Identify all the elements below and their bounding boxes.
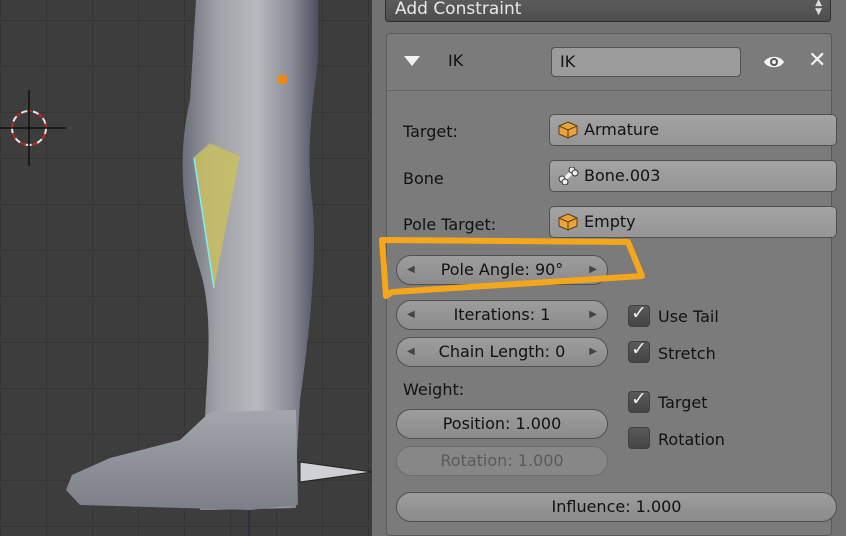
constraint-properties-panel: Add Constraint ▲ ▼ IK IK ✕ Target: Armatu…	[372, 0, 846, 536]
influence-value: Influence: 1.000	[551, 497, 682, 516]
bone-icon	[558, 167, 579, 185]
constraint-type-label: IK	[448, 51, 464, 70]
bone-label: Bone	[403, 169, 444, 188]
stretch-label: Stretch	[658, 344, 716, 363]
add-constraint-label: Add Constraint	[395, 0, 522, 19]
increment-arrow-icon[interactable]: ▶	[589, 301, 597, 329]
increment-arrow-icon[interactable]: ▶	[589, 338, 597, 366]
weight-label: Weight:	[403, 380, 465, 399]
object-cube-icon	[558, 213, 578, 231]
chain-length-value: Chain Length: 0	[438, 342, 566, 361]
foot-mesh	[66, 410, 298, 510]
constraint-name-field[interactable]: IK	[551, 47, 741, 77]
influence-field[interactable]: Influence: 1.000	[396, 492, 837, 522]
viewport-scene	[0, 0, 372, 536]
iterations-field[interactable]: ◀ Iterations: 1 ▶	[396, 300, 608, 330]
target-field[interactable]: Armature	[549, 114, 837, 146]
chain-length-field[interactable]: ◀ Chain Length: 0 ▶	[396, 337, 608, 367]
target-checkbox[interactable]	[628, 388, 650, 413]
object-cube-icon	[558, 121, 578, 139]
add-constraint-dropdown[interactable]: Add Constraint ▲ ▼	[385, 0, 831, 22]
ik-constraint-box: IK IK ✕ Target: Armature Bone Bone.003 P…	[386, 33, 837, 536]
pole-angle-value: Pole Angle: 90°	[440, 260, 564, 279]
pole-target-value: Empty	[584, 212, 636, 231]
rotation-checkbox[interactable]	[628, 427, 650, 449]
rotation-toggle-label: Rotation	[658, 430, 725, 449]
increment-arrow-icon[interactable]: ▶	[589, 256, 597, 284]
pole-angle-field[interactable]: ◀ Pole Angle: 90° ▶	[396, 255, 608, 285]
position-weight-value: Position: 1.000	[442, 414, 562, 433]
target-label: Target:	[403, 122, 458, 141]
bone-value: Bone.003	[584, 166, 661, 185]
decrement-arrow-icon[interactable]: ◀	[407, 301, 415, 329]
stretch-checkbox[interactable]	[628, 338, 650, 363]
use-tail-label: Use Tail	[658, 307, 719, 326]
rotation-weight-field[interactable]: Rotation: 1.000	[396, 446, 608, 476]
constraint-header: IK IK ✕	[387, 34, 831, 91]
close-icon[interactable]: ✕	[808, 50, 826, 72]
decrement-arrow-icon[interactable]: ◀	[407, 338, 415, 366]
use-tail-checkbox[interactable]	[628, 302, 650, 327]
origin-dot	[278, 75, 287, 84]
pole-target-field[interactable]: Empty	[549, 206, 837, 238]
iterations-value: Iterations: 1	[453, 305, 551, 324]
updown-arrows-icon: ▲ ▼	[815, 0, 822, 17]
rotation-weight-value: Rotation: 1.000	[440, 451, 564, 470]
decrement-arrow-icon[interactable]: ◀	[407, 256, 415, 284]
collapse-triangle-icon[interactable]	[404, 56, 420, 66]
target-toggle-label: Target	[658, 393, 708, 412]
position-weight-field[interactable]: Position: 1.000	[396, 409, 608, 439]
eye-icon[interactable]	[763, 54, 785, 70]
3d-viewport[interactable]	[0, 0, 372, 536]
3d-cursor-icon	[0, 90, 66, 166]
target-value: Armature	[584, 120, 660, 139]
pole-target-label: Pole Target:	[403, 215, 497, 234]
bone-field[interactable]: Bone.003	[549, 160, 837, 192]
